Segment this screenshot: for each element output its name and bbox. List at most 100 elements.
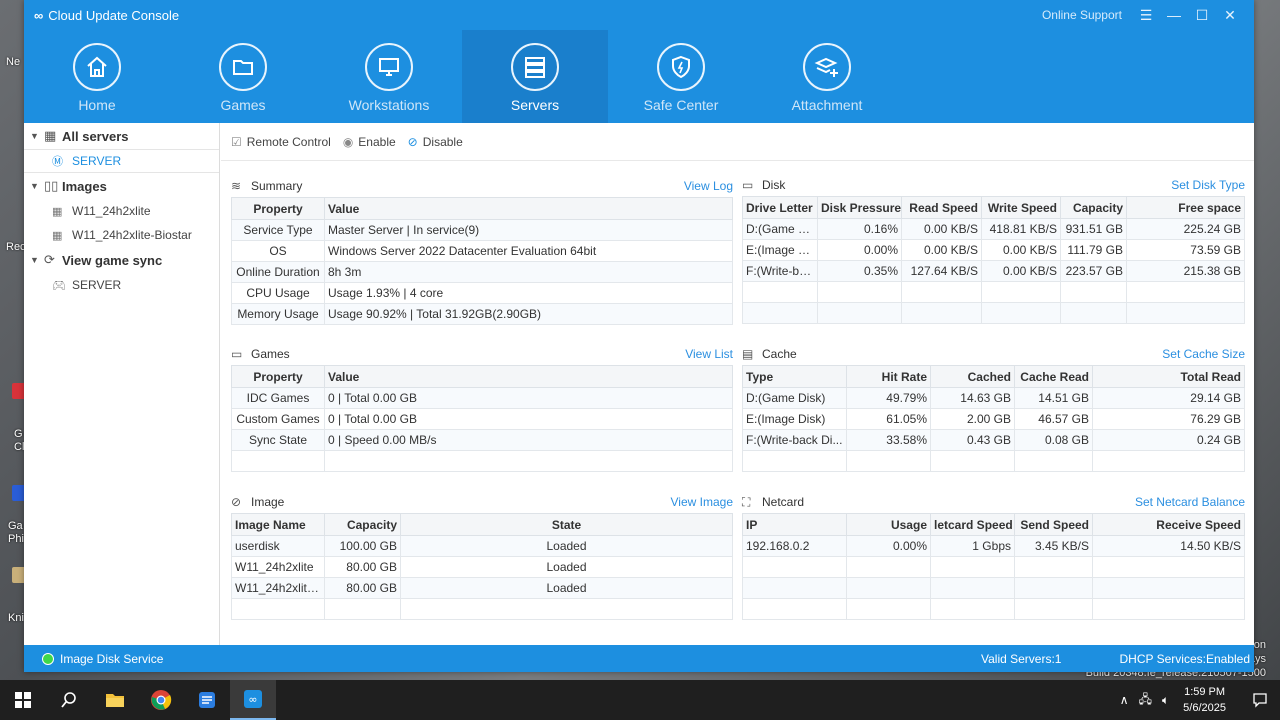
tree-item-sync-server[interactable]: 🎮︎ SERVER	[24, 273, 219, 297]
nav-safe-center[interactable]: Safe Center	[608, 30, 754, 123]
table-row[interactable]: D:(Game D... 0.16% 0.00 KB/S 418.81 KB/S 931…	[742, 218, 1245, 240]
column-header[interactable]: Hit Rate	[846, 365, 931, 388]
set-netcard-balance-link[interactable]: Set Netcard Balance	[1135, 495, 1245, 509]
table-row[interactable]: Sync State 0 | Speed 0.00 MB/s	[231, 429, 733, 451]
chevron-up-icon[interactable]: ∧	[1120, 693, 1129, 707]
column-header[interactable]: Disk Pressure	[817, 196, 902, 219]
table-row[interactable]: D:(Game Disk) 49.79% 14.63 GB 14.51 GB 29.14…	[742, 387, 1245, 409]
column-header[interactable]: State	[400, 513, 733, 536]
column-header[interactable]: Capacity	[1060, 196, 1127, 219]
table-row[interactable]: E:(Image D... 0.00% 0.00 KB/S 0.00 KB/S 111.…	[742, 239, 1245, 261]
table-row[interactable]: E:(Image Disk) 61.05% 2.00 GB 46.57 GB 76.29…	[742, 408, 1245, 430]
table-cell: 0.00%	[817, 239, 902, 261]
column-header[interactable]: Total Read	[1092, 365, 1245, 388]
column-header[interactable]: Write Speed	[981, 196, 1061, 219]
table-row[interactable]: W11_24h2xlite 80.00 GB Loaded	[231, 556, 733, 578]
home-icon	[73, 43, 121, 91]
notifications-button[interactable]	[1240, 680, 1280, 720]
column-header[interactable]: Send Speed	[1014, 513, 1093, 536]
online-support-link[interactable]: Online Support	[1042, 8, 1122, 22]
column-header[interactable]: Free space	[1126, 196, 1245, 219]
close-icon[interactable]: ✕	[1216, 7, 1244, 24]
table-row[interactable]: userdisk 100.00 GB Loaded	[231, 535, 733, 557]
layers-plus-icon	[803, 43, 851, 91]
file-explorer-button[interactable]	[92, 680, 138, 720]
cache-panel: ▤ Cache Set Cache Size Type Hit Rate Cac…	[742, 343, 1245, 472]
column-header[interactable]: Cached	[930, 365, 1015, 388]
menu-icon[interactable]: ☰	[1132, 7, 1160, 24]
table-row-empty	[742, 556, 1245, 578]
column-header[interactable]: Read Speed	[901, 196, 982, 219]
cloud-update-console-button[interactable]: ∞	[230, 680, 276, 720]
table-row[interactable]: Online Duration 8h 3m	[231, 261, 733, 283]
table-row[interactable]: OS Windows Server 2022 Datacenter Evaluat…	[231, 240, 733, 262]
table-row[interactable]: F:(Write-ba... 0.35% 127.64 KB/S 0.00 KB/S 2…	[742, 260, 1245, 282]
column-header[interactable]: Type	[742, 365, 847, 388]
start-button[interactable]	[0, 680, 46, 720]
table-row[interactable]: Memory Usage Usage 90.92% | Total 31.92GB…	[231, 303, 733, 325]
column-header[interactable]: Property	[231, 365, 325, 388]
caret-down-icon[interactable]: ▼	[30, 255, 44, 265]
enable-button[interactable]: ◉ Enable	[343, 135, 396, 149]
table-cell: 0 | Total 0.00 GB	[324, 387, 733, 409]
tree-item-image[interactable]: ▦ W11_24h2xlite-Biostar	[24, 223, 219, 247]
view-image-link[interactable]: View Image	[671, 495, 733, 509]
column-header[interactable]: Usage	[846, 513, 931, 536]
nav-attachment[interactable]: Attachment	[754, 30, 900, 123]
netcard-table: IP Usage letcard Speed Send Speed Receiv…	[742, 513, 1245, 620]
chrome-button[interactable]	[138, 680, 184, 720]
button-label: Enable	[358, 134, 396, 149]
remote-control-button[interactable]: ☑ Remote Control	[231, 135, 331, 149]
column-header[interactable]: Capacity	[324, 513, 401, 536]
table-row[interactable]: F:(Write-back Di... 33.58% 0.43 GB 0.08 GB 0…	[742, 429, 1245, 451]
table-row[interactable]: Service Type Master Server | In service(9…	[231, 219, 733, 241]
view-list-link[interactable]: View List	[685, 347, 733, 361]
table-row[interactable]: CPU Usage Usage 1.93% | 4 core	[231, 282, 733, 304]
view-log-link[interactable]: View Log	[684, 179, 733, 193]
tree-item-server[interactable]: Ⓜ SERVER	[24, 149, 219, 173]
table-row[interactable]: IDC Games 0 | Total 0.00 GB	[231, 387, 733, 409]
tree-group-images[interactable]: ▼ ▯▯ Images	[24, 173, 219, 199]
caret-down-icon[interactable]: ▼	[30, 131, 44, 141]
maximize-icon[interactable]: ☐	[1188, 7, 1216, 24]
tree-item-image[interactable]: ▦ W11_24h2xlite	[24, 199, 219, 223]
minimize-icon[interactable]: —	[1160, 7, 1188, 23]
caret-down-icon[interactable]: ▼	[30, 181, 44, 191]
disk-drive-icon: ▭	[742, 178, 754, 192]
search-button[interactable]	[46, 680, 92, 720]
games-panel: ▭ Games View List Property Value IDC Gam…	[231, 343, 733, 472]
column-header[interactable]: letcard Speed	[930, 513, 1015, 536]
clock[interactable]: 1:59 PM 5/6/2025	[1183, 684, 1226, 716]
column-header[interactable]: Property	[231, 197, 325, 220]
network-tray-icon[interactable]: 🖧︎	[1139, 690, 1152, 711]
column-header[interactable]: Image Name	[231, 513, 325, 536]
notepad-button[interactable]	[184, 680, 230, 720]
table-row[interactable]: 192.168.0.2 0.00% 1 Gbps 3.45 KB/S 14.50 KB/…	[742, 535, 1245, 557]
table-cell: 111.79 GB	[1060, 239, 1127, 261]
tree-group-view-game-sync[interactable]: ▼ ⟳ View game sync	[24, 247, 219, 273]
table-cell: 33.58%	[846, 429, 931, 451]
set-cache-size-link[interactable]: Set Cache Size	[1162, 347, 1245, 361]
column-header[interactable]: Value	[324, 197, 733, 220]
column-header[interactable]: Value	[324, 365, 733, 388]
table-row[interactable]: Custom Games 0 | Total 0.00 GB	[231, 408, 733, 430]
folder-icon: ▭	[231, 347, 243, 361]
desktop-label-fragment: Ne	[6, 56, 21, 68]
tree-group-all-servers[interactable]: ▼ ▦ All servers	[24, 123, 219, 149]
column-header[interactable]: Receive Speed	[1092, 513, 1245, 536]
table-cell: W11_24h2xlite	[231, 556, 325, 578]
column-header[interactable]: Cache Read	[1014, 365, 1093, 388]
disable-icon: ⊘	[407, 134, 418, 149]
disable-button[interactable]: ⊘ Disable	[408, 135, 463, 149]
set-disk-type-link[interactable]: Set Disk Type	[1171, 178, 1245, 192]
column-header[interactable]: Drive Letter	[742, 196, 818, 219]
column-header[interactable]: IP	[742, 513, 847, 536]
nav-servers[interactable]: Servers	[462, 30, 608, 123]
nav-workstations[interactable]: Workstations	[316, 30, 462, 123]
nav-home[interactable]: Home	[24, 30, 170, 123]
panel-header: ▤ Cache Set Cache Size	[742, 343, 1245, 365]
cache-icon: ▤	[742, 347, 754, 361]
volume-icon[interactable]: 🔈︎	[1162, 693, 1169, 708]
table-row[interactable]: W11_24h2xlite... 80.00 GB Loaded	[231, 577, 733, 599]
nav-games[interactable]: Games	[170, 30, 316, 123]
